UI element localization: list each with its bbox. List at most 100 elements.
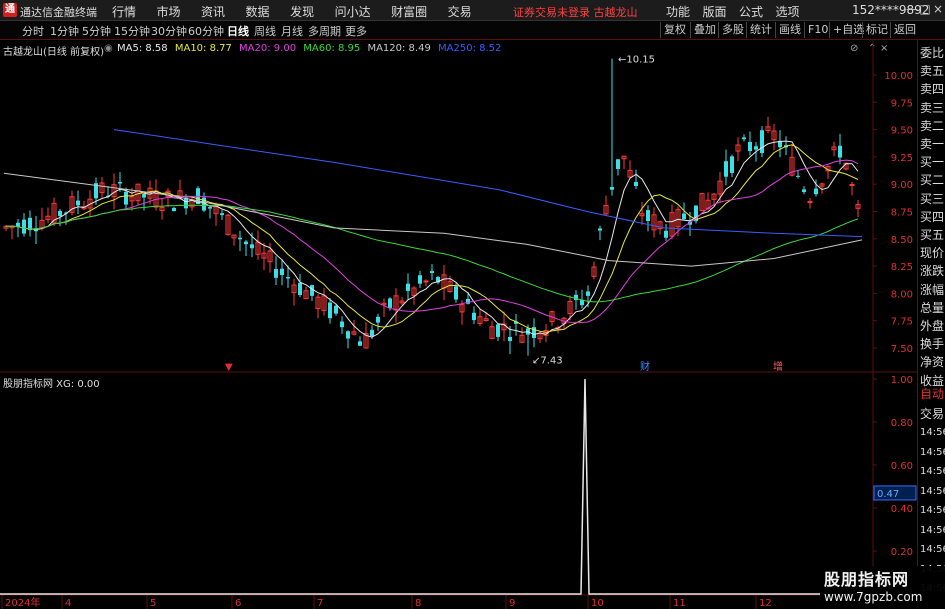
menu-functions[interactable]: 功能 [666,3,690,20]
tab-multi-period[interactable]: 多周期 [308,23,341,39]
tick-row: 14:56 [920,427,945,438]
menu-news[interactable]: 资讯 [201,3,225,20]
tick-row: 14:56 [920,524,945,536]
draw-line-button[interactable]: 画线 [775,22,804,38]
ma60-line [5,204,859,303]
tab-60min[interactable]: 60分钟 [188,23,224,39]
tab-5min[interactable]: 5分钟 [82,23,111,39]
overlay-button[interactable]: 叠加 [690,22,719,38]
sub-tick-label: 0.20 [891,547,913,558]
tab-monthly[interactable]: 月线 [281,23,303,39]
candle-body [730,156,734,173]
quote-row-label: 买一 [920,155,945,170]
candle-body [724,161,728,177]
f10-button[interactable]: F10 [804,22,831,38]
candle-body [646,210,650,222]
statistics-button[interactable]: 统计 [746,22,775,38]
ma120-line [3,172,863,267]
adjust-button[interactable]: 复权 [660,22,689,38]
minimize-icon[interactable]: — [905,2,919,18]
candle-body [22,219,26,234]
candle-body [664,230,668,238]
candle-body [298,282,302,295]
menu-trade[interactable]: 交易 [448,3,472,20]
tab-more[interactable]: 更多 [345,23,367,39]
candle-body [423,280,429,283]
tab-intraday[interactable]: 分时 [22,23,44,39]
sub-tick-label: 0.60 [891,461,913,472]
tab-15min[interactable]: 15分钟 [114,23,150,39]
tab-weekly[interactable]: 周线 [254,23,276,39]
candle-body [244,241,248,245]
price-tick-label: 10.00 [884,71,913,82]
tick-row: 14:56 [920,485,945,497]
menu-wealth-circle[interactable]: 财富圈 [391,3,427,20]
sub-current-value: 0.47 [877,489,899,500]
event-marker: 财 [640,360,650,373]
chart-canvas[interactable]: 10.00 9.75 9.50 9.25 9.00 8.75 8.50 8.25 8.00 7.7… [0,40,917,609]
candle-body [286,277,290,279]
candle-body [430,271,434,274]
candle-body [610,186,614,190]
menu-quotes[interactable]: 行情 [112,3,136,20]
multi-stock-button[interactable]: 多股 [718,22,747,38]
candle-body [124,191,128,205]
sub-tick-label: 0.40 [891,504,913,515]
tab-1min[interactable]: 1分钟 [50,23,79,39]
tick-row[interactable]: 交易 [920,405,945,423]
candle-body [184,197,188,209]
candle-body [802,189,806,193]
back-button[interactable]: 返回 [890,22,919,38]
price-tick-label: 9.75 [891,98,913,109]
menu-discover[interactable]: 发现 [290,3,314,20]
quote-row-label: 净资 [920,355,945,370]
candle-body [838,145,842,158]
menu-options[interactable]: 选项 [776,3,800,20]
ma10-line [5,144,859,333]
price-tick-label: 7.50 [891,344,913,355]
menu-market[interactable]: 市场 [157,3,181,20]
price-tick-label: 9.00 [891,180,913,191]
candle-body [634,181,638,186]
quote-row-label: 总量 [920,300,945,315]
candle-body [760,130,764,153]
date-label: 12 [759,598,772,609]
candle-body [742,137,746,140]
sub-tick-label: 0.80 [891,418,913,429]
high-label: ←10.15 [618,55,655,66]
quote-row-label: 现价 [920,246,945,261]
candle-body [370,329,374,337]
stock-terminal-window: { "app": { "title": "通达信金融终端", "logo": "… [0,0,945,609]
quote-row-label: 卖四 [920,82,945,97]
tab-30min[interactable]: 30分钟 [151,23,187,39]
menu-layout[interactable]: 版面 [703,3,727,20]
maximize-icon[interactable]: □ [918,2,932,18]
low-label: ↙7.43 [532,356,563,367]
candle-body [807,201,813,204]
candle-body [388,298,392,308]
quote-row-label: 买三 [920,191,945,206]
candle-body [508,336,512,341]
menu-formula[interactable]: 公式 [739,3,763,20]
close-icon[interactable]: × [931,2,945,18]
candle-body [310,285,314,296]
candle-body [142,194,146,198]
candle-body [358,341,362,346]
period-toolbar: 分时 1分钟 5分钟 15分钟 30分钟 60分钟 日线 周线 月线 多周期 更… [0,21,945,40]
menu-ask-xiaoda[interactable]: 问小达 [335,3,371,20]
sub-tick-label: 1.00 [891,375,913,386]
quote-row-label: 外盘 [920,319,945,333]
candle-body [814,188,818,195]
tick-row[interactable]: 自动 [920,385,945,403]
ma20-line [5,159,859,323]
trade-login-warning[interactable]: 证券交易未登录 古越龙山 [513,4,638,20]
mark-button[interactable]: 标记 [862,22,891,38]
menu-data[interactable]: 数据 [246,3,270,20]
candle-body [76,200,80,206]
main-menu: 行情 市场 资讯 数据 发现 问小达 财富圈 交易 [112,3,489,19]
event-marker: ▼ [225,362,233,373]
candle-body [849,183,855,186]
tab-daily[interactable]: 日线 [227,23,249,39]
candle-body [220,213,224,216]
candle-body [748,141,752,152]
